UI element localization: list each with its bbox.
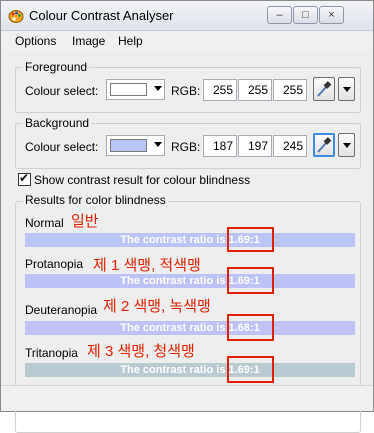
highlight-box-tritanopia — [227, 356, 274, 383]
result-text-normal: The contrast ratio is 1.69:1 — [120, 234, 260, 246]
foreground-group-label: Foreground — [23, 60, 90, 74]
background-colour-select[interactable] — [106, 135, 165, 156]
foreground-b-input[interactable]: 255 — [273, 79, 307, 101]
checkmark-icon: ✔ — [19, 171, 30, 185]
close-button[interactable]: × — [319, 6, 344, 24]
status-bar — [1, 385, 373, 411]
background-swatch — [110, 139, 147, 152]
results-group-label: Results for color blindness — [23, 193, 168, 207]
chevron-down-icon — [154, 142, 162, 147]
annotation-deuteranopia: 제 2 색맹, 녹색맹 — [103, 298, 211, 315]
annotation-tritanopia: 제 3 색맹, 청색맹 — [87, 343, 195, 360]
minimize-button[interactable]: – — [267, 6, 292, 24]
background-options-button[interactable] — [338, 133, 355, 157]
annotation-protanopia: 제 1 색맹, 적색맹 — [93, 257, 201, 274]
annotation-normal: 일반 — [71, 213, 99, 230]
background-r-input[interactable]: 187 — [203, 135, 237, 157]
colour-blindness-checkbox[interactable]: ✔ — [18, 171, 31, 186]
maximize-button[interactable]: □ — [293, 6, 318, 24]
result-text-tritanopia: The contrast ratio is 1.69:1 — [120, 364, 260, 376]
main-panel: Foreground Colour select: RGB: 255 255 2… — [1, 51, 373, 433]
result-label-tritanopia: Tritanopia — [25, 346, 78, 360]
highlight-box-deuteranopia — [227, 314, 274, 341]
foreground-rgb-label: RGB: — [171, 84, 201, 98]
foreground-colour-select[interactable] — [106, 79, 165, 100]
result-bar-deuteranopia: The contrast ratio is 1.68:1 — [25, 321, 355, 335]
eyedropper-icon — [317, 137, 332, 153]
result-text-deuteranopia: The contrast ratio is 1.68:1 — [120, 322, 260, 334]
chevron-down-icon — [343, 87, 351, 92]
foreground-picker-button[interactable] — [313, 77, 335, 101]
menu-bar: Options Image Help — [1, 32, 373, 51]
highlight-box-normal — [227, 227, 274, 252]
colour-blindness-checkbox-label[interactable]: Show contrast result for colour blindnes… — [34, 173, 250, 187]
result-label-deuteranopia: Deuteranopia — [25, 303, 98, 317]
app-window: Colour Contrast Analyser – □ × Options I… — [0, 0, 374, 433]
background-colour-label: Colour select: — [25, 140, 99, 154]
foreground-swatch — [110, 83, 147, 96]
result-label-normal: Normal — [25, 216, 64, 230]
background-picker-button[interactable] — [313, 133, 335, 157]
title-bar[interactable]: Colour Contrast Analyser – □ × — [1, 1, 373, 31]
result-bar-protanopia: The contrast ratio is 1.69:1 — [25, 274, 355, 288]
result-bar-normal: The contrast ratio is 1.69:1 — [25, 233, 355, 247]
menu-image[interactable]: Image — [72, 34, 105, 48]
result-label-protanopia: Protanopia — [25, 257, 84, 271]
menu-options[interactable]: Options — [15, 34, 56, 48]
eyedropper-icon — [317, 81, 332, 97]
menu-help[interactable]: Help — [118, 34, 143, 48]
palette-icon — [8, 10, 24, 23]
chevron-down-icon — [154, 86, 162, 91]
background-group-label: Background — [23, 116, 92, 130]
foreground-g-input[interactable]: 255 — [238, 79, 272, 101]
result-text-protanopia: The contrast ratio is 1.69:1 — [120, 275, 260, 287]
chevron-down-icon — [343, 143, 351, 148]
result-bar-tritanopia: The contrast ratio is 1.69:1 — [25, 363, 355, 377]
background-rgb-label: RGB: — [171, 140, 201, 154]
window-title: Colour Contrast Analyser — [29, 8, 174, 23]
foreground-r-input[interactable]: 255 — [203, 79, 237, 101]
background-g-input[interactable]: 197 — [238, 135, 272, 157]
foreground-options-button[interactable] — [338, 77, 355, 101]
foreground-colour-label: Colour select: — [25, 84, 99, 98]
background-b-input[interactable]: 245 — [273, 135, 307, 157]
highlight-box-protanopia — [227, 267, 274, 294]
